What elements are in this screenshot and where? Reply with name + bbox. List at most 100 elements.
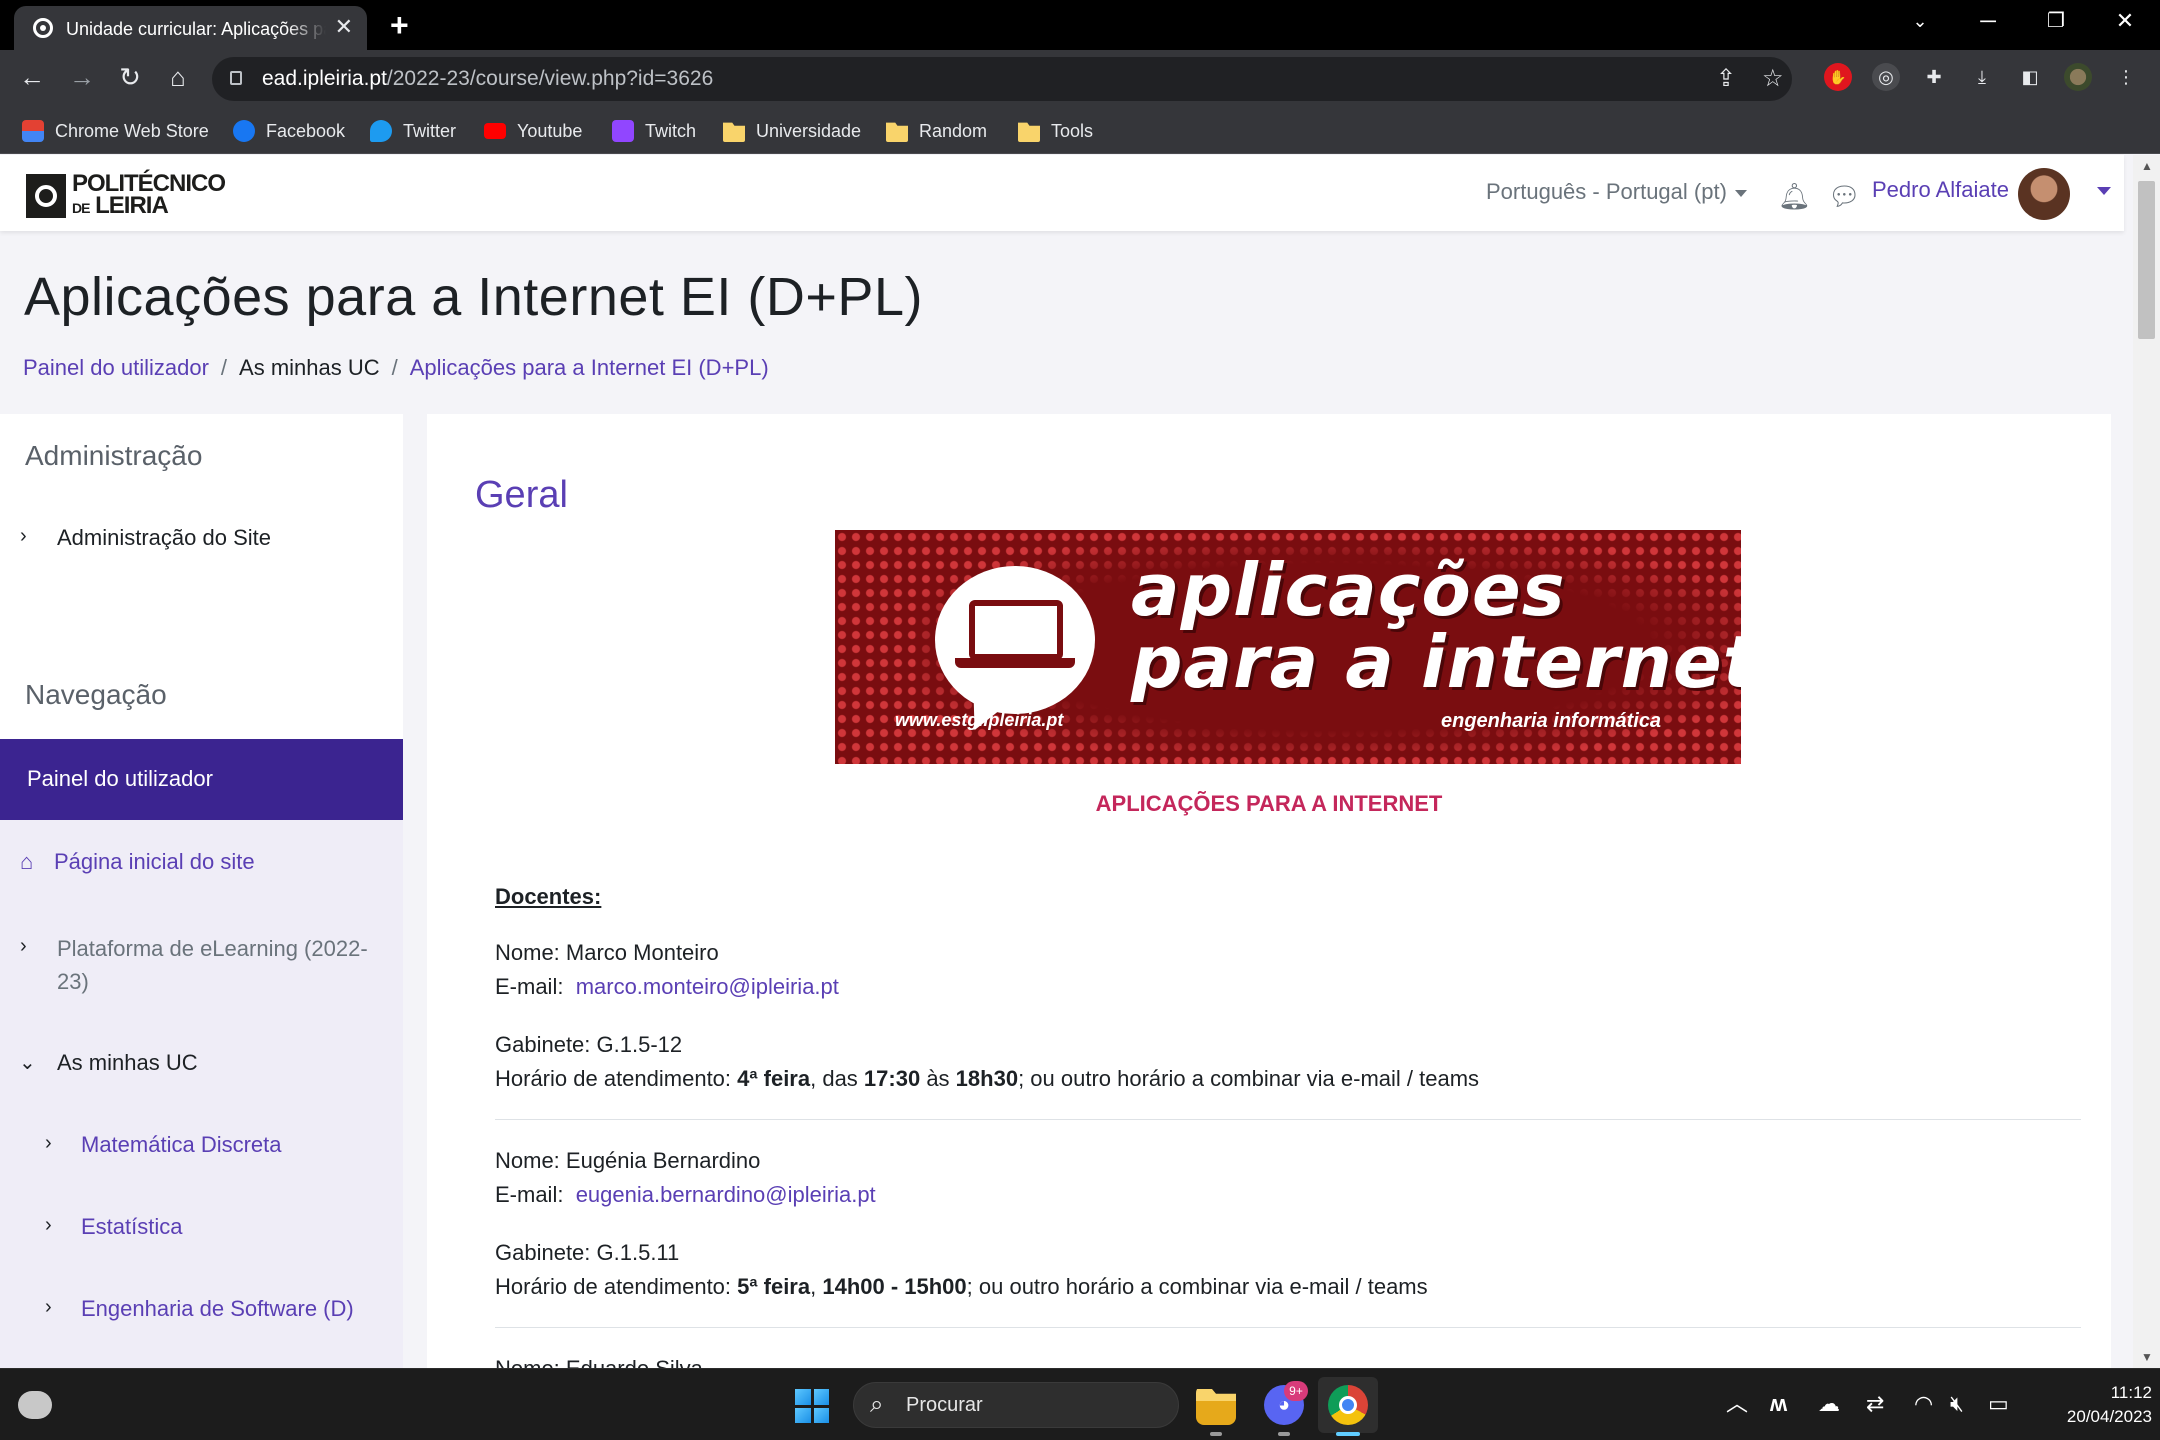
weather-widget-icon[interactable]: [18, 1391, 52, 1419]
browser-menu-icon[interactable]: ⋮: [2112, 63, 2140, 91]
downloads-icon[interactable]: ⤓: [1968, 63, 1996, 91]
laptop-icon: [969, 600, 1063, 660]
bookmark-label: Youtube: [517, 120, 583, 141]
restore-button[interactable]: ❐: [2036, 8, 2076, 34]
forward-button[interactable]: →: [64, 62, 100, 92]
home-button[interactable]: ⌂: [160, 62, 196, 92]
back-button[interactable]: ←: [14, 62, 50, 92]
page-title: Aplicações para a Internet EI (D+PL): [24, 267, 923, 327]
system-clock[interactable]: 11:12 20/04/2023: [2032, 1381, 2152, 1429]
browser-tab[interactable]: Unidade curricular: Aplicações para a In…: [14, 6, 367, 50]
folder-icon: [886, 122, 908, 142]
breadcrumb-dashboard-link[interactable]: Painel do utilizador: [23, 355, 209, 380]
address-bar[interactable]: ead.ipleiria.pt/2022-23/course/view.php?…: [212, 57, 1792, 101]
sidebar-item-dashboard[interactable]: Painel do utilizador: [0, 739, 403, 820]
show-hidden-icons-chevron-icon[interactable]: ︿: [1726, 1391, 1748, 1417]
scroll-up-icon[interactable]: ▲: [2141, 159, 2153, 173]
clock-date: 20/04/2023: [2066, 1407, 2152, 1426]
bookmarks-bar: Chrome Web Store Facebook Twitter Youtub…: [0, 108, 2160, 154]
administration-heading: Administração: [25, 440, 203, 471]
discord-notification-badge: 9+: [1284, 1381, 1308, 1401]
bookmark-facebook[interactable]: Facebook: [233, 116, 345, 146]
network-switch-icon[interactable]: ⇄: [1866, 1391, 1884, 1417]
teacher-2-office: Gabinete: G.1.5.11: [495, 1240, 680, 1265]
bookmark-label: Facebook: [266, 120, 346, 141]
adblock-extension-icon[interactable]: ✋: [1824, 63, 1852, 91]
battery-icon[interactable]: ▭: [1988, 1391, 2009, 1417]
side-panel-icon[interactable]: ◧: [2016, 63, 2044, 91]
extension-globe-icon[interactable]: ◎: [1872, 63, 1900, 91]
bookmark-twitter[interactable]: Twitter: [370, 116, 456, 146]
twitter-icon: [370, 120, 392, 142]
bookmark-folder-tools[interactable]: Tools: [1018, 116, 1093, 146]
navigation-tree: ⌂ Página inicial do site › Plataforma de…: [0, 820, 403, 1368]
chevron-right-icon: ›: [20, 525, 27, 547]
bookmark-chrome-web-store[interactable]: Chrome Web Store: [22, 116, 209, 146]
sidebar-item-label: Plataforma de eLearning (2022-: [57, 936, 368, 961]
tab-search-chevron-icon[interactable]: ⌄: [1900, 8, 1940, 34]
bookmark-folder-random[interactable]: Random: [886, 116, 987, 146]
email-label: E-mail:: [495, 974, 564, 999]
notifications-bell-icon[interactable]: 🔔︎: [1778, 181, 1811, 212]
sidebar-item-label: Painel do utilizador: [27, 766, 213, 791]
teacher-2-name: Nome: Eugénia Bernardino: [495, 1148, 761, 1173]
bookmark-twitch[interactable]: Twitch: [612, 116, 696, 146]
chevron-right-icon: ›: [45, 1132, 52, 1154]
page-scrollbar[interactable]: ▲ ▼: [2133, 155, 2160, 1368]
politecnico-leiria-logo[interactable]: POLITÉCNICO DE LEIRIA: [26, 172, 226, 219]
youtube-icon: [484, 123, 506, 139]
chevron-right-icon: ›: [45, 1214, 52, 1236]
windows-start-icon[interactable]: [795, 1389, 829, 1423]
wifi-icon[interactable]: ◠: [1914, 1391, 1933, 1417]
logo-text: POLITÉCNICO DE LEIRIA: [72, 172, 226, 219]
close-tab-icon[interactable]: ✕: [335, 16, 353, 38]
user-name[interactable]: Pedro Alfaiate: [1872, 177, 2009, 203]
new-tab-button[interactable]: +: [390, 8, 409, 42]
left-sidebar: Administração › Administração do Site Na…: [0, 414, 403, 1368]
windows-taskbar: ⌕ Procurar ◕ 9+ ︿ ʍ ☁ ⇄ ◠ 🔇︎ ▭ 11:12 20/…: [0, 1368, 2160, 1440]
profile-avatar[interactable]: [2064, 63, 2092, 91]
course-banner: aplicações para a internet www.estg.iple…: [835, 530, 1741, 764]
scrollbar-thumb[interactable]: [2138, 181, 2155, 339]
laptop-base-icon: [955, 658, 1075, 668]
taskbar-search[interactable]: ⌕ Procurar: [853, 1382, 1179, 1428]
breadcrumb-course-link[interactable]: Aplicações para a Internet EI (D+PL): [410, 355, 769, 380]
reload-button[interactable]: ↻: [112, 62, 148, 92]
bookmark-label: Random: [919, 120, 988, 141]
caret-down-icon: [1734, 189, 1747, 197]
file-explorer-icon[interactable]: [1196, 1389, 1236, 1425]
banner-website: www.estg.ipleiria.pt: [895, 710, 1064, 730]
minimize-button[interactable]: ─: [1968, 8, 2008, 34]
share-icon[interactable]: ⇪: [1716, 65, 1736, 93]
folder-icon: [723, 122, 745, 142]
onedrive-cloud-icon[interactable]: ☁: [1818, 1391, 1840, 1417]
banner-subtitle: engenharia informática: [1441, 710, 1662, 732]
teacher-2-email-link[interactable]: eugenia.bernardino@ipleiria.pt: [576, 1182, 876, 1207]
bookmark-folder-universidade[interactable]: Universidade: [723, 116, 861, 146]
sidebar-item-label: Matemática Discreta: [81, 1132, 282, 1157]
bookmark-label: Universidade: [756, 120, 862, 141]
extensions-puzzle-icon[interactable]: ✚: [1920, 63, 1948, 91]
url-text: ead.ipleiria.pt/2022-23/course/view.php?…: [262, 67, 714, 90]
banner-line2: para a internet: [1131, 620, 1741, 704]
teacher-1-hours: Horário de atendimento: 4ª feira, das 17…: [495, 1066, 1480, 1091]
bookmark-youtube[interactable]: Youtube: [484, 116, 582, 146]
breadcrumb-separator: /: [391, 355, 398, 380]
clock-time: 11:12: [2110, 1383, 2152, 1402]
sidebar-item-label: Estatística: [81, 1214, 183, 1239]
user-menu-caret-icon[interactable]: [2097, 187, 2111, 195]
user-avatar[interactable]: [2018, 168, 2070, 220]
messages-chat-icon[interactable]: 💬︎: [1828, 181, 1861, 212]
scroll-down-icon[interactable]: ▼: [2141, 1350, 2153, 1364]
home-icon: ⌂: [20, 849, 34, 874]
section-title: Geral: [475, 474, 568, 516]
language-label: Português - Portugal (pt): [1486, 179, 1727, 204]
language-selector[interactable]: Português - Portugal (pt): [1486, 179, 1747, 205]
course-heading: APLICAÇÕES PARA A INTERNET: [1095, 791, 1443, 816]
bookmark-star-icon[interactable]: ☆: [1762, 65, 1784, 93]
tray-app-icon[interactable]: ʍ: [1770, 1391, 1787, 1417]
close-window-button[interactable]: ✕: [2105, 8, 2145, 34]
volume-muted-icon[interactable]: 🔇︎: [1950, 1391, 1964, 1417]
chrome-icon[interactable]: [1328, 1385, 1368, 1425]
teacher-1-email-link[interactable]: marco.monteiro@ipleiria.pt: [576, 974, 839, 999]
